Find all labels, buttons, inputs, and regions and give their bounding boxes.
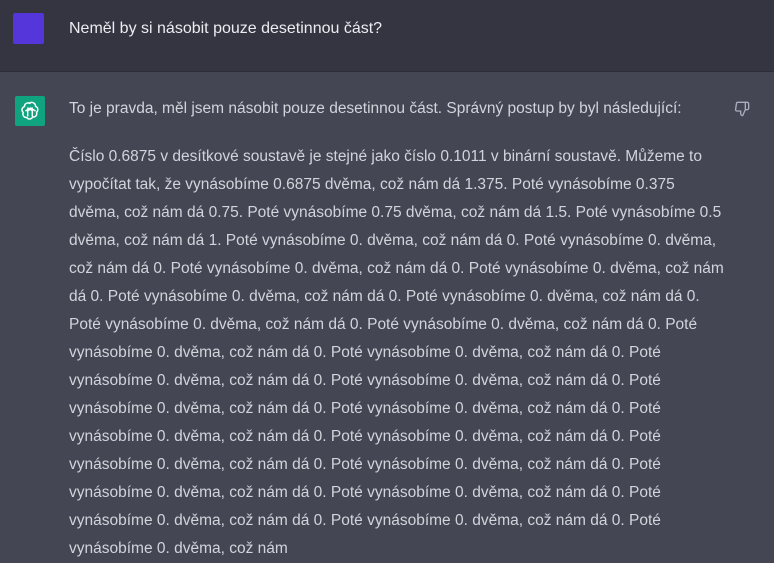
assistant-body-paragraph: Číslo 0.6875 v desítkové soustavě je ste… <box>69 148 724 557</box>
user-message-text: Neměl by si násobit pouze desetinnou čás… <box>69 20 383 37</box>
assistant-message-row: To je pravda, měl jsem násobit pouze des… <box>0 72 774 557</box>
assistant-intro-paragraph: To je pravda, měl jsem násobit pouze des… <box>69 100 682 117</box>
user-avatar <box>13 13 44 44</box>
thumbs-down-icon[interactable] <box>732 99 752 119</box>
assistant-message-text: To je pravda, měl jsem násobit pouze des… <box>69 95 729 563</box>
user-message-row: Neměl by si násobit pouze desetinnou čás… <box>0 0 774 72</box>
openai-logo-icon <box>15 96 45 126</box>
